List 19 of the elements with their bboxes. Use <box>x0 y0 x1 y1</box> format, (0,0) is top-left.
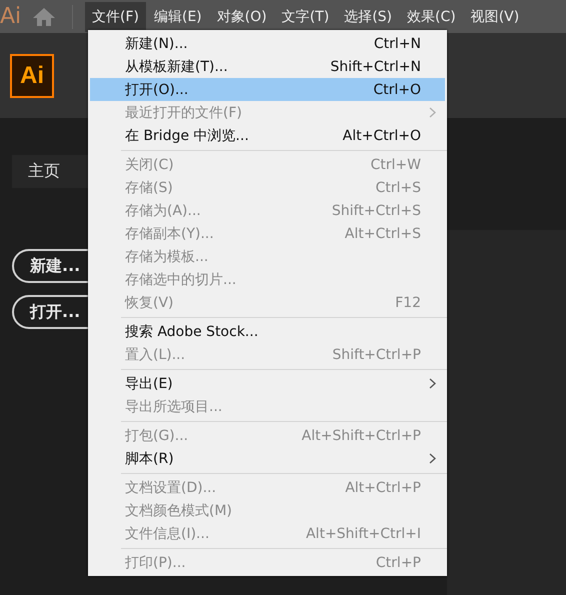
chevron-right-icon <box>429 378 436 389</box>
menu-item[interactable]: 从模板新建(T)... Shift+Ctrl+N <box>90 55 445 78</box>
menu-bar-item[interactable]: 文件(F) <box>85 2 146 32</box>
menu-bar-item[interactable]: 选择(S) <box>337 2 400 32</box>
menu-item[interactable]: 在 Bridge 中浏览... Alt+Ctrl+O <box>90 124 445 147</box>
menu-item[interactable]: 脚本(R) <box>90 447 445 470</box>
menu-item[interactable]: 导出(E) <box>90 372 445 395</box>
menu-bar-item[interactable]: 对象(O) <box>210 2 274 32</box>
app-logo: Ai <box>10 54 54 98</box>
chevron-right-icon <box>429 107 436 118</box>
menu-item[interactable]: 新建(N)... Ctrl+N <box>90 32 445 55</box>
app-logo: Ai <box>0 4 22 29</box>
menu-bar-item[interactable]: 视图(V) <box>464 2 526 32</box>
menu-bar-item[interactable]: 文字(T) <box>274 2 336 32</box>
menu-item[interactable]: 打开(O)... Ctrl+O <box>90 78 445 101</box>
menu-bar-item[interactable]: 效果(C) <box>400 2 463 32</box>
home-icon[interactable] <box>32 6 56 26</box>
chevron-right-icon <box>429 453 436 464</box>
menu-bar-item[interactable]: 编辑(E) <box>146 2 209 32</box>
